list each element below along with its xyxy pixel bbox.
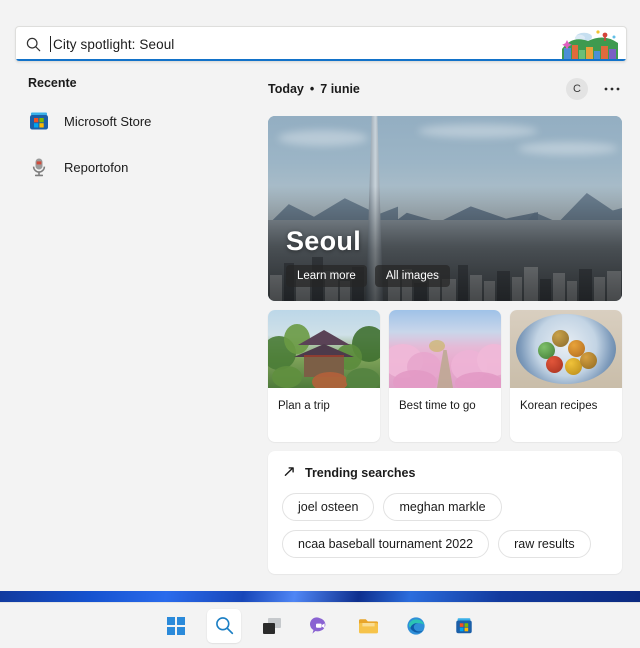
search-icon bbox=[215, 617, 233, 635]
hero-card[interactable]: Seoul Learn more All images bbox=[268, 116, 622, 301]
trending-chip[interactable]: raw results bbox=[498, 530, 591, 558]
tile-plan-a-trip[interactable]: Plan a trip bbox=[268, 310, 380, 442]
plate bbox=[516, 314, 616, 384]
microphone-icon bbox=[28, 156, 50, 178]
today-header: Today • 7 iunie C bbox=[268, 76, 622, 102]
microsoft-store-icon bbox=[456, 617, 472, 633]
tile-caption: Korean recipes bbox=[520, 400, 598, 412]
recent-item-label: Reportofon bbox=[64, 159, 129, 175]
microsoft-store-icon bbox=[28, 110, 50, 132]
store-button[interactable] bbox=[447, 609, 481, 643]
avatar[interactable]: C bbox=[566, 78, 588, 100]
trending-header: Trending searches bbox=[284, 465, 608, 481]
edge-button[interactable] bbox=[399, 609, 433, 643]
cherry-blossom-path-photo bbox=[389, 310, 501, 388]
cloud bbox=[278, 130, 368, 146]
all-images-button[interactable]: All images bbox=[374, 265, 450, 287]
taskbar bbox=[0, 602, 640, 648]
search-button[interactable] bbox=[207, 608, 241, 643]
tile-best-time-to-go[interactable]: Best time to go bbox=[389, 310, 501, 442]
recent-item-reportofon[interactable]: Reportofon bbox=[15, 150, 253, 184]
recent-section: Recente Microsoft Store Reportofon bbox=[15, 76, 253, 196]
spotlight-section: Today • 7 iunie C Seoul Learn more All i… bbox=[268, 76, 622, 574]
korean-pavilion-photo bbox=[268, 310, 380, 388]
trending-chip-row: joel osteen meghan markle ncaa baseball … bbox=[282, 493, 608, 558]
cloud bbox=[418, 124, 538, 138]
tile-caption: Best time to go bbox=[399, 400, 476, 412]
hero-title: Seoul bbox=[286, 226, 362, 256]
file-explorer-button[interactable] bbox=[351, 609, 385, 643]
ellipsis-icon[interactable] bbox=[602, 79, 622, 99]
trending-arrow-icon bbox=[284, 465, 297, 481]
windows-logo-icon bbox=[167, 616, 185, 635]
search-input[interactable]: City spotlight: Seoul bbox=[53, 37, 558, 52]
city-spotlight-illustration-icon bbox=[558, 29, 622, 59]
trending-searches-card: Trending searches joel osteen meghan mar… bbox=[268, 451, 622, 574]
edge-icon bbox=[407, 616, 425, 635]
text-caret bbox=[50, 36, 51, 52]
recent-heading: Recente bbox=[28, 76, 77, 90]
recent-item-microsoft-store[interactable]: Microsoft Store bbox=[15, 104, 253, 138]
folder-icon bbox=[358, 618, 378, 633]
korean-sweets-plate-photo bbox=[510, 310, 622, 388]
trending-chip[interactable]: meghan markle bbox=[383, 493, 502, 521]
learn-more-button[interactable]: Learn more bbox=[286, 265, 367, 287]
hero-actions: Learn more All images bbox=[286, 265, 450, 287]
search-flyout: City spotlight: Seoul Recente Microsoft … bbox=[0, 0, 640, 648]
task-view-icon bbox=[263, 617, 281, 634]
search-icon bbox=[16, 37, 50, 52]
today-label: Today bbox=[268, 82, 304, 96]
header-separator: • bbox=[309, 82, 315, 96]
trending-title: Trending searches bbox=[305, 466, 416, 480]
recent-item-label: Microsoft Store bbox=[64, 113, 152, 129]
search-box[interactable]: City spotlight: Seoul bbox=[15, 26, 627, 62]
cloud bbox=[518, 142, 618, 155]
chat-button[interactable] bbox=[303, 609, 337, 643]
task-view-button[interactable] bbox=[255, 609, 289, 643]
tile-caption: Plan a trip bbox=[278, 400, 330, 412]
trending-chip[interactable]: ncaa baseball tournament 2022 bbox=[282, 530, 490, 558]
start-button[interactable] bbox=[159, 609, 193, 643]
chat-icon bbox=[310, 616, 326, 634]
tile-row: Plan a trip Best time to go Korean recip… bbox=[268, 310, 622, 442]
trending-chip[interactable]: joel osteen bbox=[282, 493, 375, 521]
today-date: 7 iunie bbox=[320, 82, 360, 96]
tile-korean-recipes[interactable]: Korean recipes bbox=[510, 310, 622, 442]
